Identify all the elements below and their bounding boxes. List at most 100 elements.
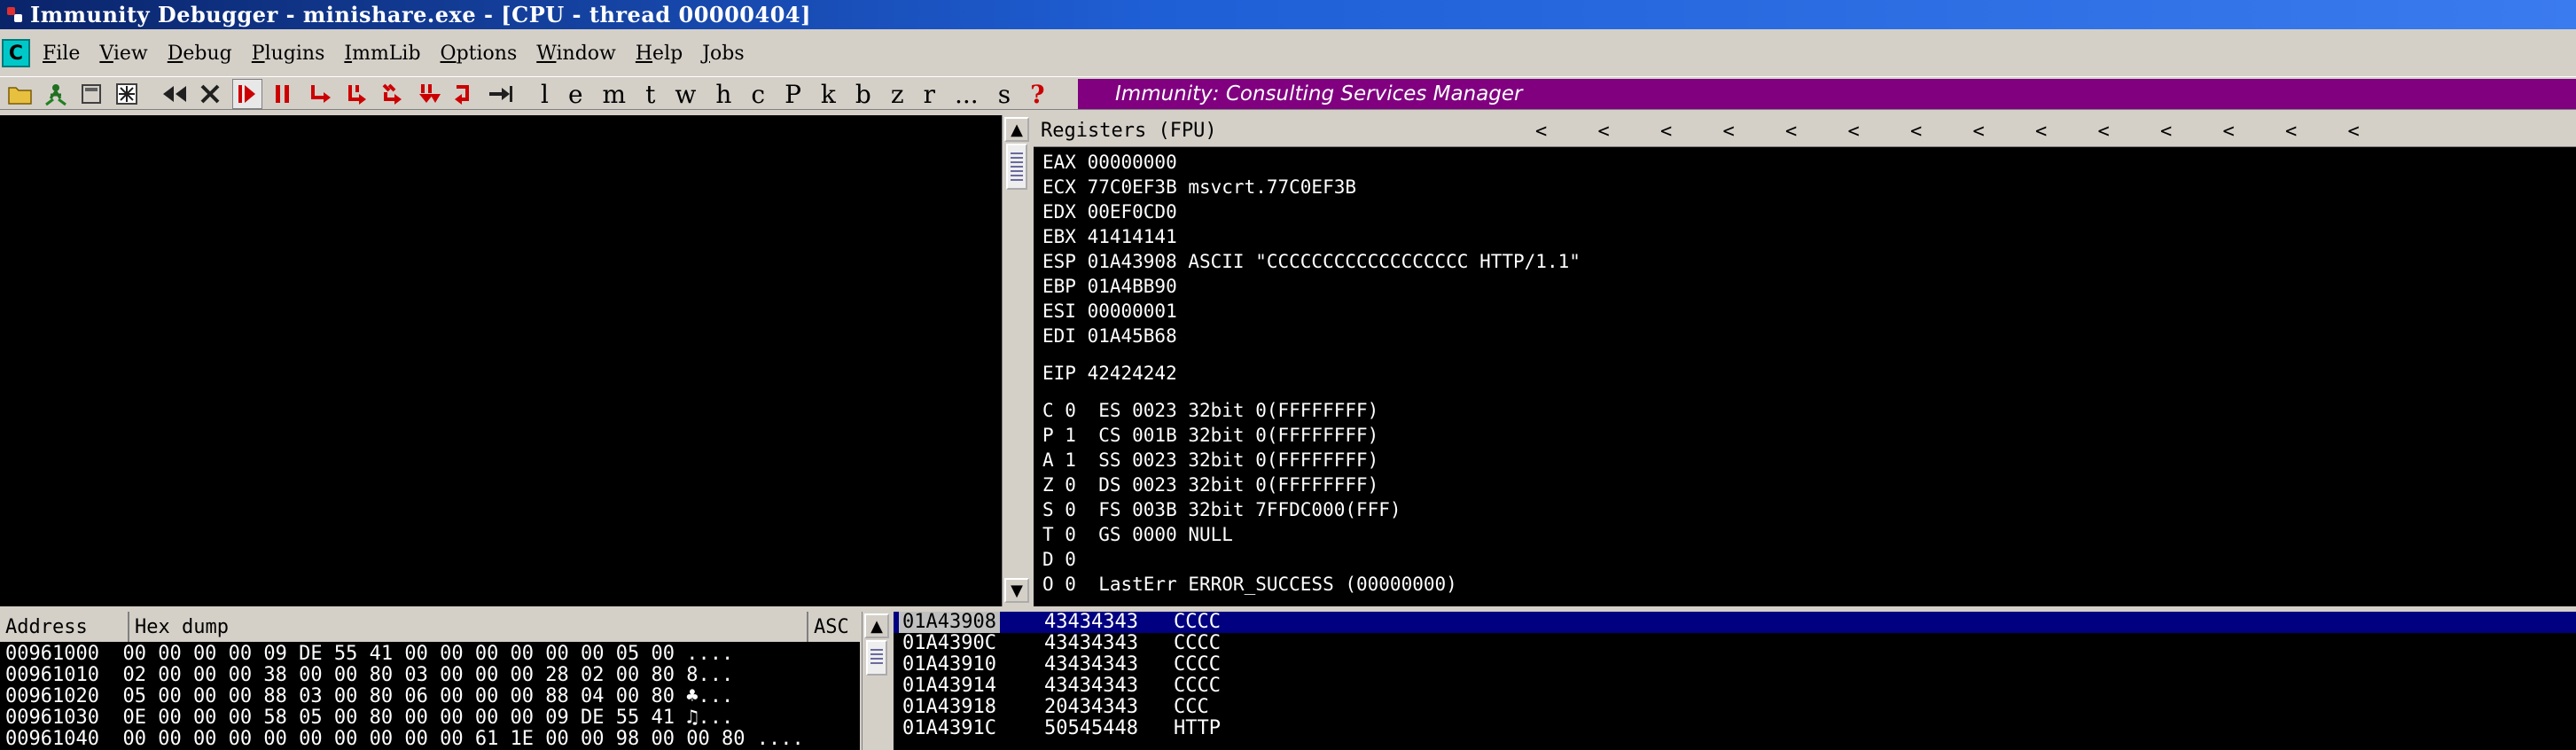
open-icon[interactable] [5, 79, 35, 109]
shortcut-executables[interactable]: e [568, 80, 583, 109]
stack-pane[interactable]: 01A43908 43434343 CCCC 01A4390C 43434343… [894, 612, 2576, 750]
stack-row[interactable]: 01A43914 43434343 CCCC [894, 676, 2576, 697]
dump-row[interactable]: 00961010 02 00 00 00 38 00 00 80 03 00 0… [5, 665, 733, 686]
go-to-icon[interactable] [486, 79, 516, 109]
arrow-left-icon[interactable]: < [1723, 121, 1786, 143]
flag-z-segment-ds[interactable]: Z 0 DS 0023 32bit 0(FFFFFFFF) [1042, 473, 1378, 496]
arrow-left-icon[interactable]: < [2223, 121, 2286, 143]
flag-p-segment-cs[interactable]: P 1 CS 001B 32bit 0(FFFFFFFF) [1042, 424, 1378, 447]
flag-o-lasterr[interactable]: O 0 LastErr ERROR_SUCCESS (00000000) [1042, 573, 1457, 596]
dump-row[interactable]: 00961000 00 00 00 00 09 DE 55 41 00 00 0… [5, 644, 733, 665]
menu-help[interactable]: Help [636, 43, 683, 65]
dump-row[interactable]: 00961030 0E 00 00 00 58 05 00 80 00 00 0… [5, 707, 733, 729]
stack-row[interactable]: 01A4390C 43434343 CCCC [894, 633, 2576, 654]
hex-dump-pane[interactable]: Address Hex dump ASC 00961000 00 00 00 0… [0, 612, 860, 750]
scroll-thumb[interactable] [1006, 144, 1027, 190]
register-ebx[interactable]: EBX 41414141 [1042, 225, 1177, 248]
arrow-left-icon[interactable]: < [2160, 121, 2223, 143]
hex-dump-scrollbar[interactable]: ▲ [862, 612, 890, 750]
menu-jobs[interactable]: Jobs [702, 43, 744, 65]
column-address[interactable]: Address [0, 612, 129, 642]
scroll-thumb[interactable] [866, 640, 887, 676]
flag-t-segment-gs[interactable]: T 0 GS 0000 NULL [1042, 523, 1233, 546]
scroll-down-icon[interactable]: ▼ [1004, 578, 1029, 603]
restart-icon[interactable] [41, 79, 71, 109]
shortcut-breakpoints[interactable]: b [855, 80, 871, 109]
shortcut-memory[interactable]: m [603, 80, 627, 109]
menu-file[interactable]: File [43, 43, 80, 65]
stack-row[interactable]: 01A43918 20434343 CCC [894, 697, 2576, 718]
registers-header[interactable]: Registers (FPU) < < < < < < < < < < < < … [1034, 115, 2576, 147]
shortcut-windows[interactable]: w [675, 80, 696, 109]
stack-row[interactable]: 01A43910 43434343 CCCC [894, 654, 2576, 676]
immunity-app-icon[interactable] [5, 5, 25, 25]
stop-icon[interactable] [195, 79, 225, 109]
arrow-left-icon[interactable]: < [1785, 121, 1848, 143]
register-ecx[interactable]: ECX 77C0EF3B msvcrt.77C0EF3B [1042, 176, 1356, 199]
stack-row[interactable]: 01A4391C 50545448 HTTP [894, 718, 2576, 739]
column-hex-dump[interactable]: Hex dump [129, 612, 808, 642]
shortcut-hw-breakpoints[interactable]: z [891, 80, 904, 109]
shortcut-cpu[interactable]: c [751, 80, 765, 109]
pause-icon[interactable] [268, 79, 298, 109]
menu-bar: C File View Debug Plugins ImmLib Options… [0, 33, 2576, 74]
stack-row-selected[interactable]: 01A43908 43434343 CCCC [894, 612, 2576, 633]
register-eip[interactable]: EIP 42424242 [1042, 362, 1177, 385]
flag-d[interactable]: D 0 [1042, 548, 1076, 571]
execute-till-return-icon[interactable] [450, 79, 480, 109]
arrow-left-icon[interactable]: < [1973, 121, 2036, 143]
trace-into-icon[interactable] [378, 79, 408, 109]
arrow-left-icon[interactable]: < [1848, 121, 1911, 143]
flag-a-segment-ss[interactable]: A 1 SS 0023 32bit 0(FFFFFFFF) [1042, 449, 1378, 472]
consulting-services-banner[interactable]: Immunity: Consulting Services Manager [1078, 79, 2576, 109]
register-ebp[interactable]: EBP 01A4BB90 [1042, 275, 1177, 298]
shortcut-call-stack[interactable]: k [821, 80, 836, 109]
scroll-up-icon[interactable]: ▲ [1004, 117, 1029, 142]
cpu-window-icon[interactable]: C [2, 39, 30, 67]
shortcut-handles[interactable]: h [715, 80, 731, 109]
column-ascii[interactable]: ASC [808, 612, 860, 642]
step-over-icon[interactable] [342, 79, 372, 109]
arrow-left-icon[interactable]: < [1660, 121, 1723, 143]
step-into-icon[interactable] [307, 79, 337, 109]
menu-debug[interactable]: Debug [168, 43, 232, 65]
rewind-icon[interactable] [160, 79, 190, 109]
attach-icon[interactable] [112, 79, 142, 109]
scroll-up-icon[interactable]: ▲ [864, 613, 889, 638]
arrow-left-icon[interactable]: < [1910, 121, 1973, 143]
trace-over-icon[interactable] [415, 79, 445, 109]
shortcut-references[interactable]: r [924, 80, 935, 109]
arrow-left-icon[interactable]: < [2285, 121, 2348, 143]
disassembly-pane[interactable] [0, 115, 1002, 606]
shortcut-run-trace[interactable]: ... [955, 80, 979, 109]
shortcut-patches[interactable]: P [785, 80, 801, 109]
arrow-left-icon[interactable]: < [2098, 121, 2161, 143]
arrow-left-icon[interactable]: < [1598, 121, 1661, 143]
arrow-left-icon[interactable]: < [1535, 121, 1598, 143]
run-icon[interactable] [232, 79, 262, 109]
menu-immlib[interactable]: ImmLib [344, 43, 420, 65]
menu-view[interactable]: View [99, 43, 147, 65]
shortcut-log[interactable]: l [541, 80, 549, 109]
register-esp[interactable]: ESP 01A43908 ASCII "CCCCCCCCCCCCCCCCCC H… [1042, 250, 1581, 273]
shortcut-threads[interactable]: t [645, 80, 655, 109]
dump-row[interactable]: 00961020 05 00 00 00 88 03 00 80 06 00 0… [5, 686, 733, 707]
registers-pane[interactable]: Registers (FPU) < < < < < < < < < < < < … [1034, 115, 2576, 606]
help-icon[interactable]: ? [1030, 80, 1044, 109]
register-eax[interactable]: EAX 00000000 [1042, 151, 1177, 174]
flag-s-segment-fs[interactable]: S 0 FS 003B 32bit 7FFDC000(FFF) [1042, 498, 1401, 521]
flag-c-segment-es[interactable]: C 0 ES 0023 32bit 0(FFFFFFFF) [1042, 399, 1378, 422]
menu-options[interactable]: Options [441, 43, 518, 65]
register-edi[interactable]: EDI 01A45B68 [1042, 324, 1177, 348]
registers-title: Registers (FPU) [1041, 120, 1217, 142]
close-icon[interactable] [76, 79, 106, 109]
menu-window[interactable]: Window [536, 43, 616, 65]
dump-row[interactable]: 00961040 00 00 00 00 00 00 00 00 00 00 6… [5, 729, 804, 750]
register-edx[interactable]: EDX 00EF0CD0 [1042, 200, 1177, 223]
arrow-left-icon[interactable]: < [2348, 121, 2411, 143]
disassembly-scrollbar[interactable]: ▲ ▼ [1002, 115, 1030, 606]
menu-plugins[interactable]: Plugins [252, 43, 325, 65]
arrow-left-icon[interactable]: < [2035, 121, 2098, 143]
shortcut-source[interactable]: s [998, 80, 1011, 109]
register-esi[interactable]: ESI 00000001 [1042, 300, 1177, 323]
